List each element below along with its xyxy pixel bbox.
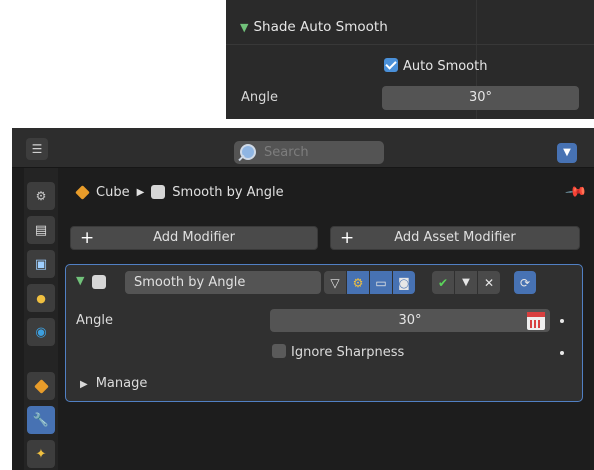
collapse-triangle-icon[interactable]: ▼ <box>76 274 84 287</box>
smooth-by-angle-modifier-panel: ▼ Smooth by Angle ▽ ⚙ ▭ ◙ ✔ ▼ ✕ ⟳ Angle … <box>65 264 583 402</box>
modifier-header: ▼ Smooth by Angle ▽ ⚙ ▭ ◙ ✔ ▼ ✕ ⟳ <box>66 265 582 299</box>
auto-smooth-label: Auto Smooth <box>403 59 488 74</box>
add-modifier-button[interactable]: + Add Modifier <box>70 226 318 250</box>
output-tab-icon[interactable]: ▣ <box>27 250 55 278</box>
search-input[interactable]: Search <box>234 141 384 164</box>
search-placeholder: Search <box>264 145 309 160</box>
breadcrumb-modifier: Smooth by Angle <box>172 184 284 200</box>
breadcrumb-object: Cube <box>96 184 130 200</box>
breadcrumb: Cube ▶ Smooth by Angle <box>75 182 284 202</box>
expand-triangle-icon: ▼ <box>240 21 249 34</box>
dropdown-arrow-icon[interactable]: ▼ <box>455 271 477 294</box>
add-modifier-label: Add Modifier <box>153 230 235 245</box>
apply-check-icon[interactable]: ✔ <box>432 271 454 294</box>
cage-icon[interactable]: ⚙ <box>347 271 369 294</box>
pin-icon[interactable]: 📌 <box>564 180 588 203</box>
properties-header: ☰ Search ▼ <box>12 128 594 168</box>
properties-editor: ☰ Search ▼ ⚙ ▤ ▣ ● ◉ 🔧 ✦ Cube ▶ Smooth b… <box>12 128 594 470</box>
editor-type-icon[interactable]: ☰ <box>26 138 48 160</box>
chevron-down-icon[interactable]: ▼ <box>557 143 577 163</box>
object-tab-icon[interactable] <box>27 372 55 400</box>
edit-mode-icon[interactable]: ▽ <box>324 271 346 294</box>
particles-tab-icon[interactable]: ✦ <box>27 440 55 468</box>
angle-field[interactable]: 30° <box>270 309 550 332</box>
angle-label: Angle <box>241 90 278 105</box>
expand-triangle-icon: ▶ <box>80 379 88 390</box>
render-icon[interactable]: ◙ <box>393 271 415 294</box>
shade-auto-smooth-header[interactable]: ▼ Shade Auto Smooth <box>240 19 388 35</box>
modifiers-content: Cube ▶ Smooth by Angle 📌 + Add Modifier … <box>62 168 594 470</box>
breadcrumb-arrow-icon: ▶ <box>136 186 145 198</box>
cube-icon <box>33 378 49 394</box>
shade-auto-smooth-panel: ▼ Shade Auto Smooth Auto Smooth Angle 30° <box>226 0 594 119</box>
auto-smooth-checkbox[interactable]: Auto Smooth <box>384 58 487 74</box>
divider <box>226 44 594 45</box>
plus-icon: + <box>340 228 355 248</box>
modifier-type-icon <box>92 275 106 289</box>
add-asset-modifier-button[interactable]: + Add Asset Modifier <box>330 226 580 250</box>
close-icon[interactable]: ✕ <box>478 271 500 294</box>
modifiers-tab-icon[interactable]: 🔧 <box>27 406 55 434</box>
manage-subpanel[interactable]: ▶ Manage <box>80 376 147 391</box>
modifier-icon <box>151 185 166 199</box>
decorator-dot-icon[interactable] <box>560 351 564 355</box>
angle-field[interactable]: 30° <box>382 86 579 110</box>
plus-icon: + <box>80 228 95 248</box>
render-tab-icon[interactable]: ▤ <box>27 216 55 244</box>
search-icon <box>240 144 256 160</box>
world-tab-icon[interactable]: ◉ <box>27 318 55 346</box>
view-layer-tab-icon[interactable]: ● <box>27 284 55 312</box>
angle-label: Angle <box>76 313 113 328</box>
manage-label: Manage <box>95 376 148 391</box>
properties-tabs: ⚙ ▤ ▣ ● ◉ 🔧 ✦ <box>24 168 58 470</box>
section-title: Shade Auto Smooth <box>253 19 388 35</box>
viewport-icon[interactable]: ▭ <box>370 271 392 294</box>
object-cube-icon <box>75 184 90 200</box>
pin-to-last-icon[interactable]: ⟳ <box>514 271 536 294</box>
ignore-sharpness-label: Ignore Sharpness <box>291 345 405 360</box>
tool-tab-icon[interactable]: ⚙ <box>27 182 55 210</box>
checkbox-checked-icon[interactable] <box>384 58 398 72</box>
modifier-name-field[interactable]: Smooth by Angle <box>125 271 321 294</box>
decorator-dot-icon[interactable] <box>560 319 564 323</box>
ignore-sharpness-checkbox[interactable]: Ignore Sharpness <box>272 344 404 360</box>
add-asset-modifier-label: Add Asset Modifier <box>394 230 516 245</box>
checkbox-unchecked-icon[interactable] <box>272 344 286 358</box>
node-socket-icon[interactable] <box>527 312 545 330</box>
